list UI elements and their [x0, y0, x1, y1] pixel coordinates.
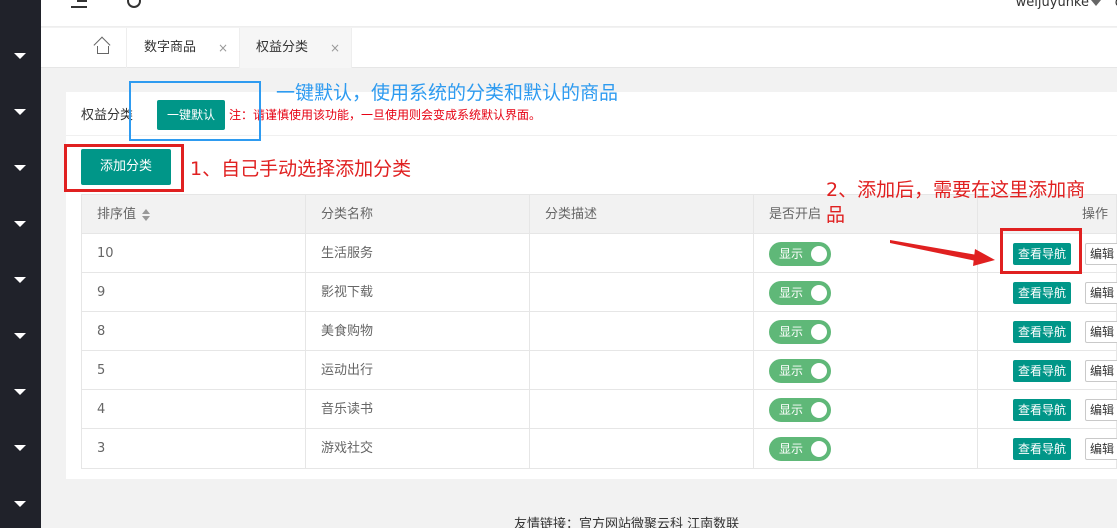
table-row: 4 音乐读书 显示 查看导航 编辑: [82, 390, 1117, 429]
view-nav-button[interactable]: 查看导航: [1013, 282, 1071, 304]
category-name: 影视下载: [306, 273, 530, 312]
sidebar: [0, 0, 41, 528]
annotation-blue-box: [129, 81, 261, 141]
sidebar-expand-arrow-icon[interactable]: [14, 53, 26, 59]
table-row: 3 游戏社交 显示 查看导航 编辑: [82, 429, 1117, 468]
content-card: 权益分类 一键默认 注：请谨慎使用该功能，一旦使用则会变成系统默认界面。 添加分…: [66, 92, 1117, 479]
enabled-toggle[interactable]: 显示: [769, 320, 831, 344]
category-desc: [530, 429, 754, 468]
sort-value: 3: [82, 429, 306, 468]
tab-rights-category[interactable]: 权益分类 ×: [240, 28, 352, 68]
annotation-after-add: 2、添加后，需要在这里添加商: [826, 179, 1086, 201]
edit-button[interactable]: 编辑: [1085, 243, 1117, 265]
arrow-icon: [890, 240, 995, 266]
category-name: 运动出行: [306, 351, 530, 390]
table-row: 5 运动出行 显示 查看导航 编辑: [82, 351, 1117, 390]
sidebar-expand-arrow-icon[interactable]: [14, 221, 26, 227]
sort-value: 5: [82, 351, 306, 390]
category-name: 游戏社交: [306, 429, 530, 468]
tab-digital-goods[interactable]: 数字商品 ×: [128, 28, 240, 68]
table-row: 8 美食购物 显示 查看导航 编辑: [82, 312, 1117, 351]
home-tab[interactable]: [81, 28, 127, 68]
edit-button[interactable]: 编辑: [1085, 321, 1117, 343]
edit-button[interactable]: 编辑: [1085, 282, 1117, 304]
sidebar-expand-arrow-icon[interactable]: [14, 333, 26, 339]
tab-label: 权益分类: [256, 40, 309, 55]
top-header: weijuyunke q: [41, 0, 1117, 27]
chevron-down-icon[interactable]: [1091, 0, 1101, 6]
sidebar-expand-arrow-icon[interactable]: [14, 389, 26, 395]
category-name: 美食购物: [306, 312, 530, 351]
header-desc: 分类描述: [530, 195, 754, 234]
view-nav-button[interactable]: 查看导航: [1013, 438, 1071, 460]
header-sort[interactable]: 排序值: [82, 195, 306, 234]
enabled-toggle[interactable]: 显示: [769, 437, 831, 461]
category-name: 音乐读书: [306, 390, 530, 429]
view-nav-button[interactable]: 查看导航: [1013, 321, 1071, 343]
annotation-red-box-add: [64, 144, 184, 192]
sort-icon[interactable]: [142, 208, 152, 221]
card-title: 权益分类: [81, 108, 134, 123]
category-desc: [530, 234, 754, 273]
menu-toggle-icon[interactable]: [71, 0, 87, 10]
edit-button[interactable]: 编辑: [1085, 438, 1117, 460]
header-name: 分类名称: [306, 195, 530, 234]
footer-links: 友情链接：官方网站微聚云科 江南数联: [514, 517, 740, 528]
edit-button[interactable]: 编辑: [1085, 360, 1117, 382]
edit-button[interactable]: 编辑: [1085, 399, 1117, 421]
annotation-one-click: 一键默认，使用系统的分类和默认的商品: [276, 82, 619, 104]
sort-value: 9: [82, 273, 306, 312]
tab-bar: 数字商品 × 权益分类 ×: [41, 28, 1117, 68]
sidebar-expand-arrow-icon[interactable]: [14, 277, 26, 283]
close-icon[interactable]: ×: [330, 28, 340, 68]
sidebar-expand-arrow-icon[interactable]: [14, 501, 26, 507]
enabled-toggle[interactable]: 显示: [769, 359, 831, 383]
category-desc: [530, 273, 754, 312]
close-icon[interactable]: ×: [218, 28, 228, 68]
warning-note: 注：请谨慎使用该功能，一旦使用则会变成系统默认界面。: [229, 108, 542, 122]
category-desc: [530, 390, 754, 429]
enabled-toggle[interactable]: 显示: [769, 281, 831, 305]
tab-label: 数字商品: [144, 40, 197, 55]
enabled-toggle[interactable]: 显示: [769, 242, 831, 266]
category-desc: [530, 312, 754, 351]
sort-value: 8: [82, 312, 306, 351]
annotation-red-box-nav: [1000, 228, 1082, 274]
category-name: 生活服务: [306, 234, 530, 273]
sidebar-expand-arrow-icon[interactable]: [14, 109, 26, 115]
sort-value: 4: [82, 390, 306, 429]
view-nav-button[interactable]: 查看导航: [1013, 360, 1071, 382]
table-row: 9 影视下载 显示 查看导航 编辑: [82, 273, 1117, 312]
enabled-toggle[interactable]: 显示: [769, 398, 831, 422]
refresh-icon[interactable]: [127, 0, 141, 8]
annotation-manual: 1、自己手动选择添加分类: [190, 158, 412, 180]
view-nav-button[interactable]: 查看导航: [1013, 399, 1071, 421]
category-desc: [530, 351, 754, 390]
sidebar-expand-arrow-icon[interactable]: [14, 445, 26, 451]
sidebar-expand-arrow-icon[interactable]: [14, 165, 26, 171]
annotation-after-add-2: 品: [826, 204, 846, 226]
sort-value: 10: [82, 234, 306, 273]
username[interactable]: weijuyunke: [1016, 0, 1089, 10]
